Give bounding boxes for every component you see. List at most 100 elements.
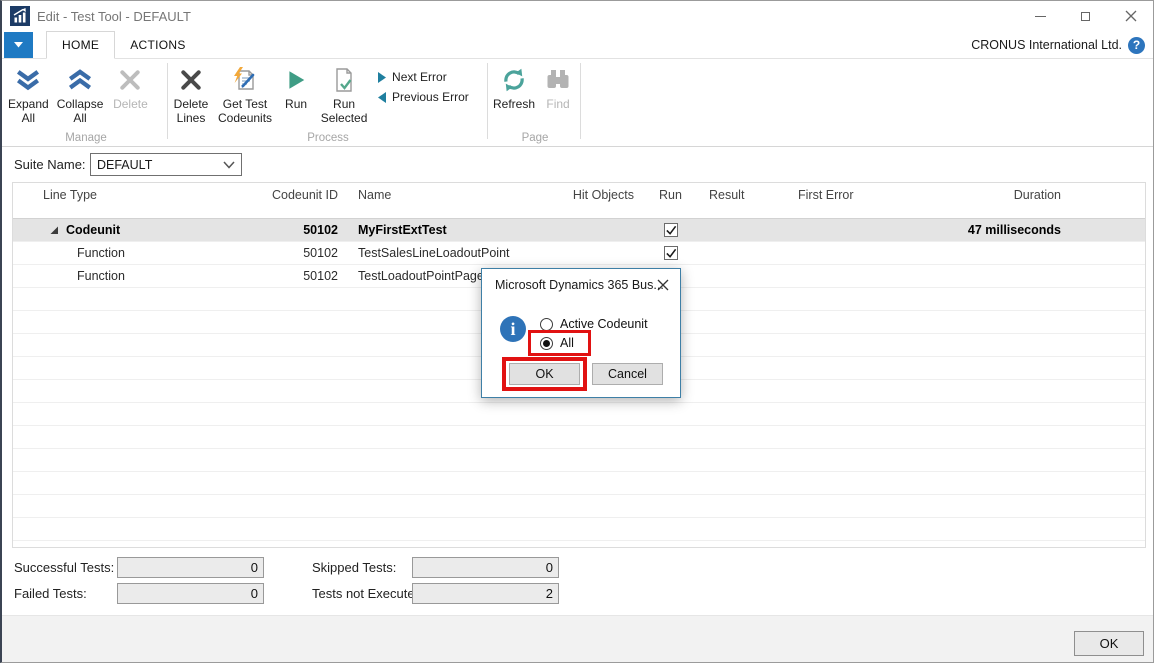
col-header-first-error[interactable]: First Error <box>778 188 963 202</box>
col-header-name[interactable]: Name <box>348 188 568 202</box>
cell-name: MyFirstExtTest <box>348 223 568 237</box>
checkmark-icon <box>665 247 677 259</box>
expand-all-icon <box>15 69 41 91</box>
expanded-tree-icon[interactable] <box>50 226 59 235</box>
col-header-duration[interactable]: Duration <box>963 188 1145 202</box>
maximize-button[interactable] <box>1063 1 1108 31</box>
group-label-manage: Manage <box>4 132 168 144</box>
run-checkbox[interactable] <box>664 223 678 237</box>
help-button[interactable]: ? <box>1128 37 1145 54</box>
dialog-cancel-button[interactable]: Cancel <box>592 363 663 385</box>
radio-active-codeunit[interactable]: Active Codeunit <box>540 317 648 331</box>
suite-name-value: DEFAULT <box>97 158 152 172</box>
table-row-empty[interactable] <box>13 541 1145 548</box>
footer-bar: OK <box>2 615 1153 663</box>
help-icon: ? <box>1133 38 1140 52</box>
cell-name: TestSalesLineLoadoutPoint <box>348 246 568 260</box>
radio-icon-unselected <box>540 318 553 331</box>
dialog-ok-button[interactable]: OK <box>509 363 580 385</box>
info-icon: i <box>500 316 526 342</box>
previous-error-button[interactable]: Previous Error <box>378 90 469 104</box>
get-test-codeunits-button[interactable]: Get Test Codeunits <box>214 64 276 128</box>
group-separator <box>487 63 488 139</box>
tab-actions-label: ACTIONS <box>130 38 185 52</box>
chevron-down-icon <box>14 42 23 48</box>
previous-error-icon <box>378 92 386 103</box>
run-checkbox[interactable] <box>664 246 678 260</box>
next-error-icon <box>378 72 386 83</box>
radio-icon-selected <box>540 337 553 350</box>
table-row-empty[interactable] <box>13 495 1145 518</box>
expand-all-button[interactable]: Expand All <box>4 64 53 128</box>
cell-line-type: Codeunit <box>66 223 120 237</box>
table-row-empty[interactable] <box>13 403 1145 426</box>
test-tool-window: Edit - Test Tool - DEFAULT HOME ACTIONS … <box>0 0 1154 663</box>
ribbon: Expand All Collapse All Delete Manage <box>2 59 1153 147</box>
table-row-function-1[interactable]: Function 50102 TestSalesLineLoadoutPoint <box>13 242 1145 265</box>
close-icon <box>657 279 669 291</box>
tab-home[interactable]: HOME <box>46 31 115 59</box>
col-header-result[interactable]: Result <box>703 188 778 202</box>
app-chart-icon <box>10 6 30 26</box>
close-icon <box>1125 10 1137 22</box>
delete-icon <box>119 69 141 91</box>
confirmation-dialog: Microsoft Dynamics 365 Bus... i Active C… <box>481 268 681 398</box>
ribbon-group-process: Delete Lines Get Test Codeunits <box>168 59 488 145</box>
maximize-icon <box>1081 12 1090 21</box>
collapse-all-button[interactable]: Collapse All <box>53 64 108 128</box>
run-selected-icon <box>332 67 356 93</box>
col-header-run[interactable]: Run <box>638 188 703 202</box>
run-selected-button[interactable]: Run Selected <box>316 64 372 128</box>
dialog-close-button[interactable] <box>654 276 672 294</box>
table-header-row: Line Type Codeunit ID Name Hit Objects R… <box>13 183 1145 219</box>
delete-lines-button[interactable]: Delete Lines <box>168 64 214 128</box>
next-error-button[interactable]: Next Error <box>378 70 469 84</box>
chevron-down-icon <box>223 161 235 169</box>
close-button[interactable] <box>1108 1 1153 31</box>
suite-name-select[interactable]: DEFAULT <box>90 153 242 176</box>
col-header-codeunit-id[interactable]: Codeunit ID <box>263 188 348 202</box>
radio-all[interactable]: All <box>540 336 574 350</box>
failed-tests-label: Failed Tests: <box>14 586 87 601</box>
refresh-button[interactable]: Refresh <box>489 64 539 114</box>
group-label-process: Process <box>168 132 488 144</box>
find-button[interactable]: Find <box>539 64 577 114</box>
table-row-empty[interactable] <box>13 449 1145 472</box>
tab-actions[interactable]: ACTIONS <box>115 31 200 59</box>
titlebar: Edit - Test Tool - DEFAULT <box>2 1 1153 31</box>
window-title: Edit - Test Tool - DEFAULT <box>37 9 191 24</box>
dialog-title: Microsoft Dynamics 365 Bus... <box>495 278 664 292</box>
table-row-empty[interactable] <box>13 472 1145 495</box>
radio-label: Active Codeunit <box>560 317 648 331</box>
col-header-line-type[interactable]: Line Type <box>13 188 263 202</box>
radio-label: All <box>560 336 574 350</box>
group-separator <box>580 63 581 139</box>
app-menu-button[interactable] <box>4 32 33 58</box>
table-row-empty[interactable] <box>13 518 1145 541</box>
tab-home-label: HOME <box>62 38 99 52</box>
delete-button[interactable]: Delete <box>107 64 153 114</box>
cell-duration: 47 milliseconds <box>963 223 1145 237</box>
minimize-icon <box>1035 16 1046 17</box>
cell-codeunit-id: 50102 <box>263 269 348 283</box>
skipped-tests-field: 0 <box>412 557 559 578</box>
run-button[interactable]: Run <box>276 64 316 114</box>
table-row-codeunit[interactable]: Codeunit 50102 MyFirstExtTest 47 millise… <box>13 219 1145 242</box>
refresh-icon <box>501 67 527 93</box>
minimize-button[interactable] <box>1018 1 1063 31</box>
group-label-page: Page <box>489 132 581 144</box>
checkmark-icon <box>665 224 677 236</box>
collapse-all-icon <box>67 69 93 91</box>
window-ok-button[interactable]: OK <box>1074 631 1144 656</box>
failed-tests-field: 0 <box>117 583 264 604</box>
menubar: HOME ACTIONS CRONUS International Ltd. ? <box>2 31 1153 59</box>
col-header-hit-objects[interactable]: Hit Objects <box>568 188 638 202</box>
company-name: CRONUS International Ltd. <box>971 38 1122 52</box>
delete-lines-icon <box>180 69 202 91</box>
cell-codeunit-id: 50102 <box>263 246 348 260</box>
find-binoculars-icon <box>546 69 570 91</box>
table-row-empty[interactable] <box>13 426 1145 449</box>
run-icon <box>285 69 307 91</box>
cell-line-type: Function <box>77 246 125 260</box>
get-test-codeunits-icon <box>232 67 258 93</box>
